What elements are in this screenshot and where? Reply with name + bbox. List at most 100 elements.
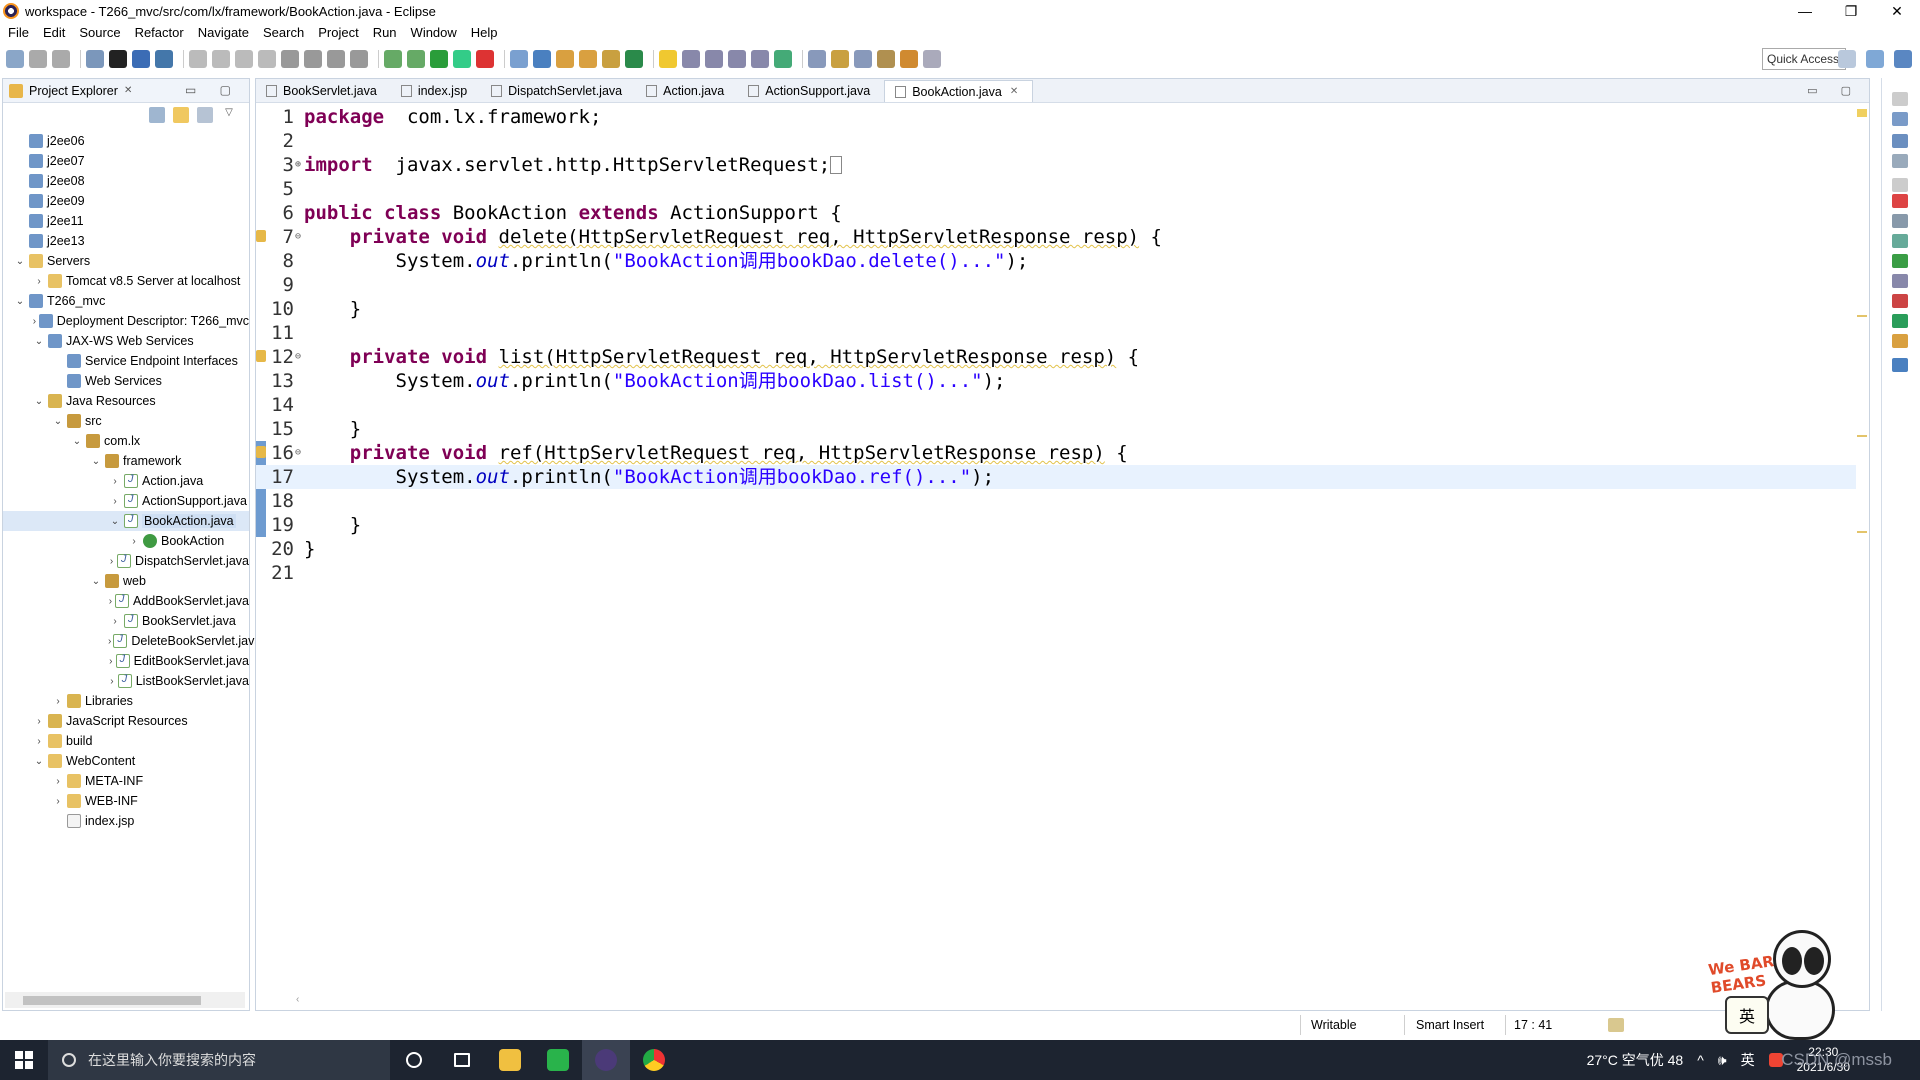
tree-item[interactable]: j2ee07 (3, 151, 249, 171)
tree-item[interactable]: j2ee09 (3, 191, 249, 211)
tree-item[interactable]: Web Services (3, 371, 249, 391)
tree-item[interactable]: › Action.java (3, 471, 249, 491)
toolbar-tool-icon[interactable] (327, 50, 345, 68)
tree-item[interactable]: ⌄ com.lx (3, 431, 249, 451)
view-shortcut-icon[interactable] (1892, 214, 1908, 228)
weather-widget[interactable]: 27°C 空气优 48 (1587, 1050, 1684, 1070)
code-line[interactable]: 12 ⊖ private void list(HttpServletRequest… (256, 345, 1856, 369)
toolbar-tool-icon[interactable] (659, 50, 677, 68)
toolbar-tool-icon[interactable] (86, 50, 104, 68)
view-shortcut-icon[interactable] (1892, 154, 1908, 168)
explorer-horizontal-scrollbar[interactable] (5, 992, 245, 1008)
tree-item[interactable]: › Libraries (3, 691, 249, 711)
editor-tab[interactable]: BookServlet.java (256, 80, 391, 102)
progress-icon[interactable] (1608, 1018, 1624, 1032)
code-line[interactable]: 6 public class BookAction extends ActionS… (256, 201, 1856, 225)
tree-item[interactable]: › Tomcat v8.5 Server at localhost (3, 271, 249, 291)
expand-toggle-icon[interactable]: ⌄ (13, 296, 27, 307)
ruler-warning-mark[interactable] (1857, 531, 1867, 533)
tree-item[interactable]: › BookServlet.java (3, 611, 249, 631)
volume-icon[interactable]: 🕪 (1718, 1052, 1727, 1069)
collapse-all-icon[interactable] (149, 107, 165, 123)
toolbar-tool-icon[interactable] (923, 50, 941, 68)
menu-navigate[interactable]: Navigate (198, 25, 249, 40)
toolbar-tool-icon[interactable] (900, 50, 918, 68)
expand-toggle-icon[interactable]: › (108, 676, 116, 687)
tree-item[interactable]: ⌄ Servers (3, 251, 249, 271)
code-line[interactable]: 14 (256, 393, 1856, 417)
filter-icon[interactable] (197, 107, 213, 123)
fold-toggle-icon[interactable]: ⊖ (295, 225, 301, 249)
code-line[interactable]: 3 ⊕ import javax.servlet.http.HttpServletR… (256, 153, 1856, 177)
tree-item[interactable]: ⌄ WebContent (3, 751, 249, 771)
code-line[interactable]: 10 } (256, 297, 1856, 321)
view-menu-icon[interactable]: ▽ (221, 107, 237, 123)
ruler-warning-mark[interactable] (1857, 315, 1867, 317)
toolbar-tool-icon[interactable] (304, 50, 322, 68)
tree-item[interactable]: ⌄ T266_mvc (3, 291, 249, 311)
tree-item[interactable]: › WEB-INF (3, 791, 249, 811)
code-line[interactable]: 21 (256, 561, 1856, 585)
tree-item[interactable]: › ActionSupport.java (3, 491, 249, 511)
expand-toggle-icon[interactable]: › (108, 496, 122, 507)
eclipse-taskbar-icon[interactable] (582, 1040, 630, 1080)
toolbar-tool-icon[interactable] (212, 50, 230, 68)
tree-item[interactable]: ⌄ framework (3, 451, 249, 471)
toolbar-tool-icon[interactable] (854, 50, 872, 68)
toolbar-tool-icon[interactable] (281, 50, 299, 68)
fold-toggle-icon[interactable]: ⊕ (295, 153, 301, 177)
code-line[interactable]: 15 } (256, 417, 1856, 441)
expand-toggle-icon[interactable]: › (108, 616, 122, 627)
tree-item[interactable]: › Deployment Descriptor: T266_mvc (3, 311, 249, 331)
code-line[interactable]: 9 (256, 273, 1856, 297)
view-shortcut-icon[interactable] (1892, 112, 1908, 126)
ruler-annotation-summary[interactable] (1857, 109, 1867, 117)
code-line[interactable]: 7 ⊖ private void delete(HttpServletReques… (256, 225, 1856, 249)
close-tab-icon[interactable]: ✕ (1010, 86, 1018, 97)
code-line[interactable]: 2 (256, 129, 1856, 153)
toolbar-tool-icon[interactable] (510, 50, 528, 68)
quick-access-field[interactable]: Quick Access (1762, 48, 1846, 70)
menu-search[interactable]: Search (263, 25, 304, 40)
media-player-taskbar-icon[interactable] (534, 1040, 582, 1080)
tree-item[interactable]: Service Endpoint Interfaces (3, 351, 249, 371)
toolbar-tool-icon[interactable] (682, 50, 700, 68)
tree-item[interactable]: j2ee11 (3, 211, 249, 231)
expand-toggle-icon[interactable]: › (108, 556, 115, 567)
expand-toggle-icon[interactable]: › (108, 476, 122, 487)
expand-toggle-icon[interactable]: › (51, 796, 65, 807)
toolbar-tool-icon[interactable] (6, 50, 24, 68)
expand-toggle-icon[interactable]: › (32, 736, 46, 747)
open-perspective-icon[interactable] (1838, 50, 1856, 68)
project-explorer-tab[interactable]: Project Explorer ✕ ▭ ▢ (3, 79, 249, 103)
editor-minmax-icons[interactable]: ▭ ▢ (1807, 84, 1861, 97)
toolbar-tool-icon[interactable] (831, 50, 849, 68)
tree-item[interactable]: ⌄ Java Resources (3, 391, 249, 411)
toolbar-tool-icon[interactable] (155, 50, 173, 68)
tree-item[interactable]: j2ee08 (3, 171, 249, 191)
code-line[interactable]: 17 System.out.println("BookAction调用bookD… (256, 465, 1856, 489)
tree-item[interactable]: index.jsp (3, 811, 249, 831)
toolbar-tool-icon[interactable] (625, 50, 643, 68)
expand-toggle-icon[interactable]: ⌄ (32, 396, 46, 407)
toolbar-tool-icon[interactable] (533, 50, 551, 68)
expand-toggle-icon[interactable]: › (108, 656, 114, 667)
toolbar-tool-icon[interactable] (258, 50, 276, 68)
tree-item[interactable]: › ListBookServlet.java (3, 671, 249, 691)
toolbar-tool-icon[interactable] (189, 50, 207, 68)
code-area[interactable]: 1 package com.lx.framework; 2 3 ⊕ import java… (256, 105, 1856, 985)
tree-item[interactable]: ⌄ BookAction.java (3, 511, 249, 531)
close-window-button[interactable]: ✕ (1874, 0, 1920, 22)
menu-edit[interactable]: Edit (43, 25, 65, 40)
editor-tab[interactable]: BookAction.java ✕ (884, 80, 1034, 102)
toolbar-tool-icon[interactable] (808, 50, 826, 68)
task-view-button[interactable] (438, 1040, 486, 1080)
editor-horizontal-scrollbar[interactable]: ‹ (296, 994, 1856, 1010)
tree-item[interactable]: ⌄ JAX-WS Web Services (3, 331, 249, 351)
close-view-icon[interactable]: ✕ (124, 85, 132, 96)
file-explorer-taskbar-icon[interactable] (486, 1040, 534, 1080)
toolbar-tool-icon[interactable] (579, 50, 597, 68)
code-line[interactable]: 1 package com.lx.framework; (256, 105, 1856, 129)
toolbar-tool-icon[interactable] (430, 50, 448, 68)
toolbar-tool-icon[interactable] (235, 50, 253, 68)
